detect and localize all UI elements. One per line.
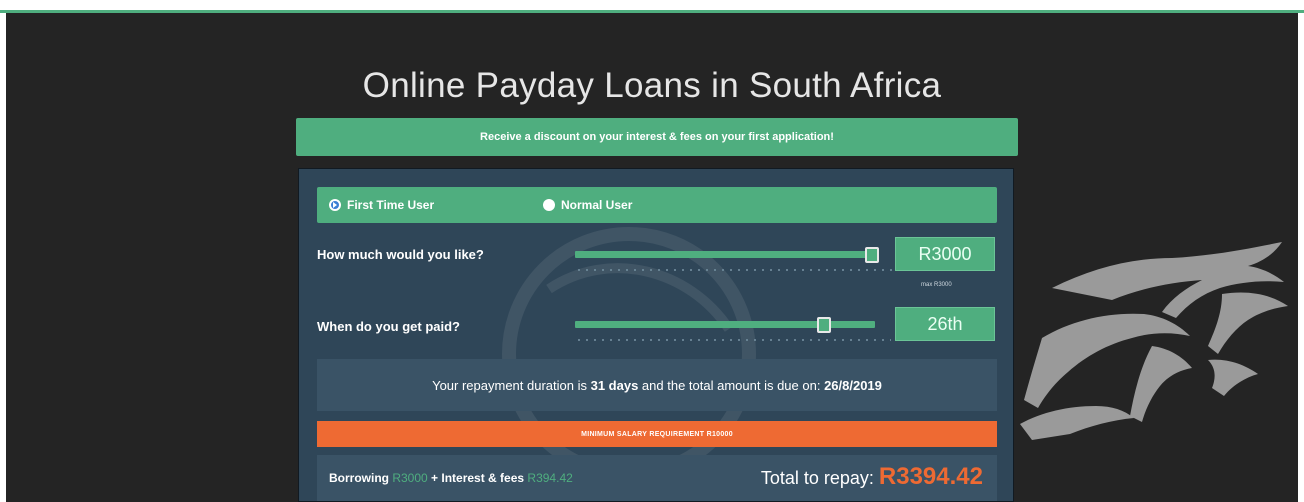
repayment-summary: Borrowing R3000 + Interest & fees R394.4… <box>317 455 997 501</box>
radio-unselected-icon[interactable] <box>543 199 555 211</box>
due-date: 26/8/2019 <box>824 377 882 393</box>
interest-value: R394.42 <box>527 471 573 485</box>
repayment-duration-panel: Your repayment duration is 31 days and t… <box>317 359 997 411</box>
top-accent-line <box>0 10 1304 13</box>
payday-label: When do you get paid? <box>317 319 460 334</box>
radio-selected-icon[interactable] <box>329 199 341 211</box>
amount-max-note: max R3000 <box>921 282 952 288</box>
amount-value-box[interactable]: R3000 <box>895 237 995 271</box>
total-repay-line: Total to repay: R3394.42 <box>761 463 983 491</box>
payday-slider-thumb[interactable] <box>817 317 831 333</box>
salary-requirement-bar: MINIMUM SALARY REQUIREMENT R10000 <box>317 421 997 447</box>
radio-label-first-time: First Time User <box>347 198 435 212</box>
duration-prefix: Your repayment duration is <box>432 377 591 393</box>
payday-slider-ticks <box>575 339 891 341</box>
duration-days: 31 days <box>590 377 639 393</box>
radio-first-time-user[interactable]: First Time User <box>329 198 434 212</box>
borrowing-line: Borrowing R3000 + Interest & fees R394.4… <box>329 471 573 485</box>
radio-normal-user[interactable]: Normal User <box>543 198 632 212</box>
interest-label: + Interest & fees <box>427 471 528 485</box>
user-type-selector: First Time User Normal User <box>317 187 997 223</box>
radio-label-normal: Normal User <box>561 198 633 212</box>
top-strip <box>0 0 1304 10</box>
borrowing-value: R3000 <box>392 471 428 485</box>
amount-slider-track[interactable] <box>575 251 871 258</box>
payday-value-box[interactable]: 26th <box>895 307 995 341</box>
total-amount: R3394.42 <box>878 463 983 490</box>
amount-slider-ticks <box>575 269 893 271</box>
promo-banner[interactable]: Receive a discount on your interest & fe… <box>296 118 1018 156</box>
duration-middle: and the total amount is due on: <box>638 377 825 393</box>
page-title: Online Payday Loans in South Africa <box>362 66 942 105</box>
borrowing-label: Borrowing <box>329 471 393 485</box>
amount-label: How much would you like? <box>317 247 484 262</box>
loan-calculator: First Time User Normal User How much wou… <box>298 168 1014 502</box>
amount-slider-thumb[interactable] <box>865 247 879 263</box>
panther-icon <box>1020 242 1288 440</box>
total-label: Total to repay: <box>760 468 879 488</box>
